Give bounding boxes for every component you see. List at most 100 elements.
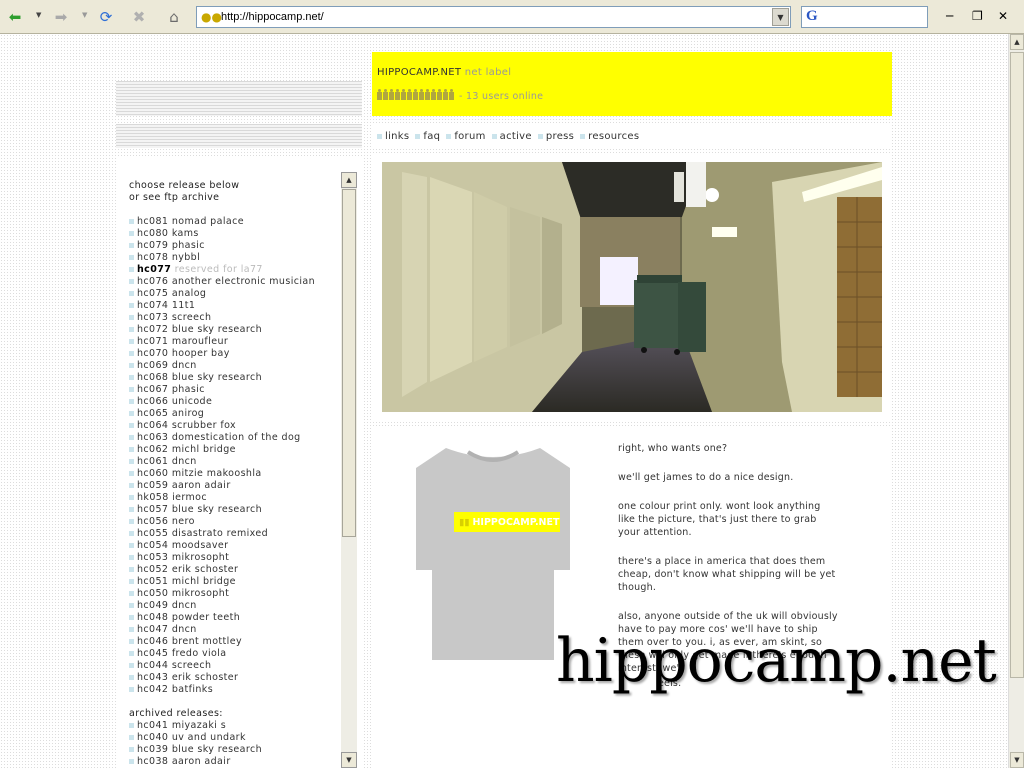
home-icon[interactable]: ⌂ (163, 6, 185, 28)
release-name[interactable]: phasic (172, 240, 205, 251)
release-code[interactable]: hc052 (137, 564, 168, 575)
page-scroll-thumb[interactable] (1010, 52, 1024, 678)
stop-icon[interactable]: ✖ (128, 6, 150, 28)
release-code[interactable]: hc055 (137, 528, 168, 539)
page-scrollbar[interactable]: ▲ ▼ (1008, 34, 1024, 768)
release-name[interactable]: disastrato remixed (172, 528, 268, 539)
release-item[interactable]: hc043 erik schoster (129, 672, 339, 684)
nav-label[interactable]: faq (423, 131, 440, 142)
release-code[interactable]: hc050 (137, 588, 168, 599)
release-code[interactable]: hc048 (137, 612, 168, 623)
release-item[interactable]: hc070 hooper bay (129, 348, 339, 360)
sidebar-scrollbar[interactable]: ▲ ▼ (341, 172, 357, 768)
release-name[interactable]: brent mottley (172, 636, 242, 647)
forward-dropdown-icon[interactable]: ▼ (82, 11, 87, 19)
release-code[interactable]: hc068 (137, 372, 168, 383)
release-item[interactable]: hc063 domestication of the dog (129, 432, 339, 444)
release-item[interactable]: hc051 michl bridge (129, 576, 339, 588)
release-code[interactable]: hc061 (137, 456, 168, 467)
release-name[interactable]: uv and undark (172, 732, 246, 743)
release-name[interactable]: powder teeth (172, 612, 240, 623)
nav-label[interactable]: press (546, 131, 574, 142)
release-item[interactable]: hc076 another electronic musician (129, 276, 339, 288)
release-name[interactable]: nero (172, 516, 195, 527)
release-code[interactable]: hc049 (137, 600, 168, 611)
release-code[interactable]: hc056 (137, 516, 168, 527)
release-item[interactable]: hc073 screech (129, 312, 339, 324)
page-scroll-down-icon[interactable]: ▼ (1010, 752, 1024, 768)
nav-item-faq[interactable]: faq (415, 131, 440, 142)
release-name[interactable]: kams (172, 228, 199, 239)
sidebar-scroll-thumb[interactable] (342, 189, 356, 537)
release-name[interactable]: blue sky research (172, 744, 262, 755)
release-item[interactable]: hc062 michl bridge (129, 444, 339, 456)
release-name[interactable]: aaron adair (172, 756, 231, 767)
back-icon[interactable]: ⬅ (4, 6, 26, 28)
release-item[interactable]: hc059 aaron adair (129, 480, 339, 492)
release-code[interactable]: hc044 (137, 660, 168, 671)
release-name[interactable]: iermoc (172, 492, 207, 503)
release-name[interactable]: miyazaki s (172, 720, 226, 731)
release-name[interactable]: anirog (172, 408, 204, 419)
release-code[interactable]: hc065 (137, 408, 168, 419)
release-code[interactable]: hc040 (137, 732, 168, 743)
release-name[interactable]: fredo viola (172, 648, 227, 659)
address-bar[interactable]: ●● http://hippocamp.net/ ▼ (196, 6, 791, 28)
release-item[interactable]: hc044 screech (129, 660, 339, 672)
release-code[interactable]: hc046 (137, 636, 168, 647)
release-name[interactable]: dncn (172, 360, 197, 371)
scroll-up-icon[interactable]: ▲ (341, 172, 357, 188)
release-name[interactable]: mitzie makooshla (172, 468, 262, 479)
address-url[interactable]: http://hippocamp.net/ (221, 11, 324, 23)
release-code[interactable]: hc057 (137, 504, 168, 515)
release-item[interactable]: hc069 dncn (129, 360, 339, 372)
release-code[interactable]: hc070 (137, 348, 168, 359)
site-title[interactable]: HIPPOCAMP.NET (377, 67, 461, 78)
release-name[interactable]: hooper bay (172, 348, 230, 359)
release-code[interactable]: hc045 (137, 648, 168, 659)
release-code[interactable]: hc067 (137, 384, 168, 395)
release-item[interactable]: hc047 dncn (129, 624, 339, 636)
google-search-box[interactable]: G (801, 6, 928, 28)
release-name[interactable]: 11t1 (172, 300, 195, 311)
page-scroll-up-icon[interactable]: ▲ (1010, 34, 1024, 50)
release-name[interactable]: screech (172, 660, 212, 671)
nav-label[interactable]: forum (454, 131, 485, 142)
release-code[interactable]: hk058 (137, 492, 169, 503)
minimize-icon[interactable]: ─ (946, 9, 953, 23)
release-code[interactable]: hc064 (137, 420, 168, 431)
release-name[interactable]: domestication of the dog (172, 432, 301, 443)
release-item[interactable]: hc068 blue sky research (129, 372, 339, 384)
release-code[interactable]: hc038 (137, 756, 168, 767)
release-code[interactable]: hc081 (137, 216, 168, 227)
release-name[interactable]: phasic (172, 384, 205, 395)
release-item[interactable]: hc074 11t1 (129, 300, 339, 312)
release-name[interactable]: analog (172, 288, 207, 299)
release-code[interactable]: hc075 (137, 288, 168, 299)
nav-label[interactable]: resources (588, 131, 639, 142)
release-code[interactable]: hc039 (137, 744, 168, 755)
release-item[interactable]: hc046 brent mottley (129, 636, 339, 648)
release-code[interactable]: hc066 (137, 396, 168, 407)
release-code[interactable]: hc063 (137, 432, 168, 443)
release-code[interactable]: hc062 (137, 444, 168, 455)
release-name[interactable]: reserved for la77 (175, 264, 263, 275)
release-code[interactable]: hc074 (137, 300, 168, 311)
close-icon[interactable]: ✕ (998, 9, 1008, 23)
release-item[interactable]: hc050 mikrosopht (129, 588, 339, 600)
release-name[interactable]: erik schoster (172, 672, 239, 683)
release-code[interactable]: hc072 (137, 324, 168, 335)
release-item[interactable]: hc072 blue sky research (129, 324, 339, 336)
release-name[interactable]: blue sky research (172, 324, 262, 335)
release-name[interactable]: moodsaver (172, 540, 229, 551)
release-item[interactable]: hk058 iermoc (129, 492, 339, 504)
release-code[interactable]: hc043 (137, 672, 168, 683)
release-code[interactable]: hc051 (137, 576, 168, 587)
forward-icon[interactable]: ➡ (50, 6, 72, 28)
release-name[interactable]: nomad palace (172, 216, 244, 227)
release-item[interactable]: hc049 dncn (129, 600, 339, 612)
release-name[interactable]: batfinks (172, 684, 213, 695)
release-code[interactable]: hc073 (137, 312, 168, 323)
release-code[interactable]: hc069 (137, 360, 168, 371)
release-code[interactable]: hc059 (137, 480, 168, 491)
